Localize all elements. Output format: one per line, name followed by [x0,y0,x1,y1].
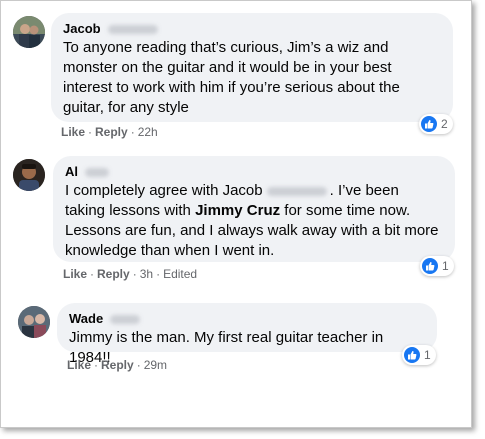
reaction-count: 1 [424,348,431,362]
reaction-count: 2 [441,117,448,131]
separator: · [88,125,93,139]
avatar[interactable] [13,16,45,48]
comment-author[interactable]: Wade [69,311,425,327]
redacted-surname [85,167,109,177]
comment-author[interactable]: Al [65,164,443,180]
author-name[interactable]: Jacob [63,21,101,37]
reaction-count: 1 [442,259,449,273]
timestamp[interactable]: 22h [138,125,158,139]
edited-label: Edited [163,267,198,281]
text-segment: I completely agree with Jacob [65,182,263,199]
thumbs-up-icon [421,116,437,132]
comment-text: I completely agree with Jacob. I’ve been… [65,181,443,261]
reaction-badge[interactable]: 2 [419,114,453,134]
separator: · [136,358,141,372]
comment-author[interactable]: Jacob [63,21,441,37]
thumbs-up-icon [404,347,420,363]
reply-link[interactable]: Reply [95,125,128,139]
like-link[interactable]: Like [63,267,87,281]
reaction-badge[interactable]: 1 [420,256,454,276]
comment-bubble: Wade Jimmy is the man. My first real gui… [57,303,437,366]
comment-text: To anyone reading that’s curious, Jim’s … [63,39,400,116]
separator: · [90,267,95,281]
author-name[interactable]: Al [65,164,78,180]
separator: · [94,358,99,372]
comment-thread-panel: Jacob To anyone reading that’s curious, … [0,0,472,428]
comment-actions: Like · Reply · 3h · Edited [63,266,197,282]
like-link[interactable]: Like [61,125,85,139]
reaction-badge[interactable]: 1 [402,345,436,365]
comment-bubble: Al I completely agree with Jacob. I’ve b… [53,156,455,262]
reply-link[interactable]: Reply [97,267,130,281]
comment-bubble: Jacob To anyone reading that’s curious, … [51,13,453,122]
avatar[interactable] [13,159,45,191]
like-link[interactable]: Like [67,358,91,372]
timestamp[interactable]: 29m [144,358,167,372]
mentioned-name[interactable]: Jimmy Cruz [195,202,280,219]
comment-actions: Like · Reply · 29m [67,357,167,373]
redacted-surname [110,314,141,324]
separator: · [130,125,135,139]
thumbs-up-icon [422,258,438,274]
redacted-surname [266,186,327,196]
avatar[interactable] [18,306,50,338]
separator: · [156,267,161,281]
author-name[interactable]: Wade [69,311,103,327]
redacted-surname [107,24,158,34]
timestamp[interactable]: 3h [140,267,153,281]
separator: · [132,267,137,281]
reply-link[interactable]: Reply [101,358,134,372]
comment-actions: Like · Reply · 22h [61,124,158,140]
